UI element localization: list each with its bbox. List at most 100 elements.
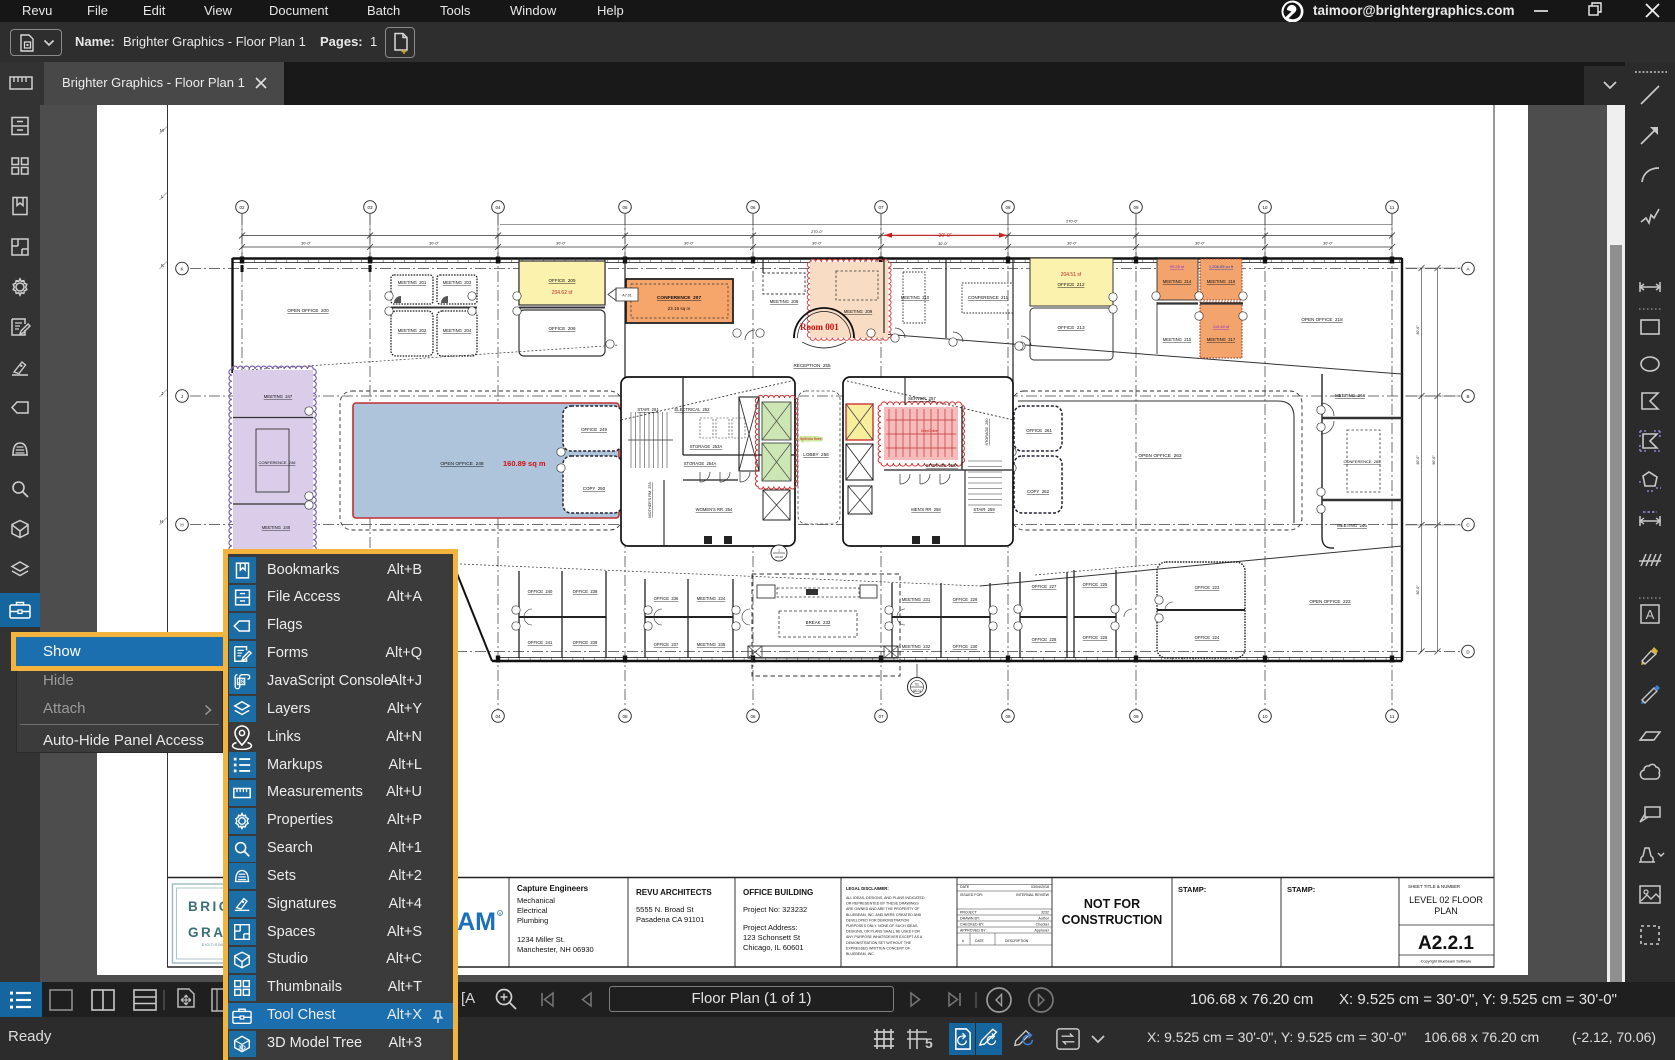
svg-text:Manchester, NH 06930: Manchester, NH 06930	[517, 945, 594, 954]
svg-text:Checker: Checker	[1036, 923, 1050, 927]
svg-text:30'-0": 30'-0"	[938, 233, 951, 239]
svg-text:DATE: DATE	[960, 885, 970, 889]
svg-text:204.62 sf: 204.62 sf	[552, 290, 573, 296]
svg-text:B: B	[1466, 394, 1469, 399]
svg-text:A: A	[1646, 607, 1655, 622]
svg-text:90'-0": 90'-0"	[1432, 455, 1436, 465]
svg-text:ISSUED FOR:: ISSUED FOR:	[960, 893, 983, 897]
svg-text:OFFICE 239: OFFICE 239	[573, 640, 598, 645]
svg-text:OFFICE 249: OFFICE 249	[581, 427, 607, 432]
svg-text:CONFERENCE 207: CONFERENCE 207	[657, 295, 702, 301]
svg-text:30'-0": 30'-0"	[938, 242, 948, 246]
svg-text:MEN'S RR 258: MEN'S RR 258	[911, 507, 941, 512]
svg-text:LOBBY 256: LOBBY 256	[803, 452, 829, 457]
svg-text:DATE: DATE	[975, 939, 985, 943]
svg-text:A6.02: A6.02	[775, 555, 783, 559]
svg-text:DEMONSTRATION SET WITHOUT THE: DEMONSTRATION SET WITHOUT THE	[846, 941, 912, 945]
svg-text:OFFICE 225: OFFICE 225	[1083, 582, 1108, 587]
svg-text:SHEET TITLE & NUMBER: SHEET TITLE & NUMBER	[1408, 884, 1460, 889]
svg-text:OFFICE 228: OFFICE 228	[1032, 637, 1057, 642]
svg-text:OFFICE 224: OFFICE 224	[1195, 635, 1220, 640]
svg-text:30'-0": 30'-0"	[1416, 585, 1420, 595]
svg-text:Mechanical: Mechanical	[517, 896, 555, 905]
svg-text:MEETING 245: MEETING 245	[262, 525, 291, 530]
svg-text:JS: JS	[238, 680, 245, 686]
svg-text:Copyright Bluebeam Software: Copyright Bluebeam Software	[1421, 960, 1471, 964]
svg-text:30'-0": 30'-0"	[1323, 242, 1333, 246]
svg-text:OR REPRESENTED BY THESE DRAWIN: OR REPRESENTED BY THESE DRAWINGS	[846, 902, 919, 906]
svg-text:02: 02	[239, 205, 245, 210]
svg-text:LEGAL DISCLAIMER:: LEGAL DISCLAIMER:	[846, 886, 889, 891]
svg-text:CHECKED BY:: CHECKED BY:	[960, 923, 984, 927]
svg-text:OPEN OFFICE 218: OPEN OFFICE 218	[1301, 317, 1343, 322]
svg-text:MEETING 204: MEETING 204	[443, 328, 472, 333]
svg-text:OFFICE 213: OFFICE 213	[1057, 325, 1085, 330]
svg-text:MOTHER'S RM 253: MOTHER'S RM 253	[648, 482, 652, 517]
svg-text:INTERNAL REVIEW: INTERNAL REVIEW	[1016, 893, 1049, 897]
svg-text:OFFICE 241: OFFICE 241	[528, 640, 553, 645]
svg-text:11: 11	[1390, 205, 1395, 210]
svg-text:#: #	[962, 939, 964, 943]
svg-text:STORAGE 254A: STORAGE 254A	[684, 461, 717, 466]
svg-text:5555 N. Broad St: 5555 N. Broad St	[636, 905, 694, 914]
svg-text:OFFICE 212: OFFICE 212	[1057, 282, 1085, 287]
svg-text:5: 5	[925, 1035, 933, 1051]
svg-text:Split into three: Split into three	[800, 437, 822, 441]
svg-text:06: 06	[750, 205, 756, 210]
svg-text:SERVER 257: SERVER 257	[908, 396, 936, 401]
svg-text:CONFERENCE 246: CONFERENCE 246	[259, 460, 297, 465]
svg-text:01: 01	[915, 683, 919, 687]
svg-text:STAIR 251: STAIR 251	[637, 407, 659, 412]
svg-text:10: 10	[1262, 714, 1268, 719]
svg-text:Author: Author	[1038, 917, 1049, 921]
svg-text:160.89 sq m: 160.89 sq m	[503, 459, 546, 468]
svg-text:DESIGNS, OR PLANS SHALL BE USE: DESIGNS, OR PLANS SHALL BE USED FOR	[846, 930, 920, 934]
svg-text:COPY 262: COPY 262	[1027, 489, 1050, 494]
svg-text:3D: 3D	[238, 1045, 246, 1051]
svg-text:OPEN OFFICE 248: OPEN OFFICE 248	[440, 461, 484, 467]
svg-text:DEVELOPED FOR DEMONSTRATION: DEVELOPED FOR DEMONSTRATION	[846, 918, 909, 922]
svg-text:OPEN OFFICE 263: OPEN OFFICE 263	[1138, 453, 1182, 459]
svg-text:STORAGE 260: STORAGE 260	[985, 419, 989, 446]
svg-text:MEETING 202: MEETING 202	[398, 328, 427, 333]
svg-text:270'-0": 270'-0"	[1066, 220, 1078, 224]
svg-text:OPEN OFFICE 200: OPEN OFFICE 200	[287, 308, 329, 313]
svg-text:REVU ARCHITECTS: REVU ARCHITECTS	[636, 888, 712, 897]
svg-text:MEETING 247: MEETING 247	[264, 394, 293, 399]
svg-text:OFFICE 230: OFFICE 230	[953, 644, 978, 649]
svg-text:MEETING 206: MEETING 206	[770, 299, 799, 304]
svg-text:OFFICE 229: OFFICE 229	[953, 597, 978, 602]
svg-text:270'-0": 270'-0"	[811, 230, 823, 234]
svg-text:123 Schonsett St: 123 Schonsett St	[743, 933, 801, 942]
svg-text:MEETING 201: MEETING 201	[398, 280, 427, 285]
svg-text:30'-0": 30'-0"	[556, 242, 566, 246]
svg-text:STAMP:: STAMP:	[1178, 885, 1206, 894]
svg-text:NOT FOR: NOT FOR	[1084, 897, 1140, 911]
svg-text:ELECTRICAL 252: ELECTRICAL 252	[675, 407, 711, 412]
svg-text:MEETING 232: MEETING 232	[902, 644, 931, 649]
svg-text:H: H	[180, 523, 183, 528]
svg-text:WOMEN'S RR 254: WOMEN'S RR 254	[696, 507, 733, 512]
svg-text:MEETING 216: MEETING 216	[1207, 279, 1236, 284]
svg-text:03: 03	[367, 205, 373, 210]
svg-text:1234 Miller St.: 1234 Miller St.	[517, 935, 565, 944]
svg-text:30'-0": 30'-0"	[684, 242, 694, 246]
svg-text:KeepOnline: KeepOnline	[921, 429, 938, 433]
svg-text:30'-0": 30'-0"	[812, 242, 822, 246]
svg-text:MEETING 264: MEETING 264	[1335, 393, 1365, 398]
svg-text:OPEN OFFICE 222: OPEN OFFICE 222	[1309, 599, 1351, 604]
svg-text:PLAN: PLAN	[1434, 906, 1458, 916]
svg-text:MEETING 210: MEETING 210	[901, 295, 930, 300]
svg-text:Room 001: Room 001	[800, 322, 839, 332]
svg-text:30'-0": 30'-0"	[1067, 242, 1077, 246]
svg-text:Pasadena CA 91101: Pasadena CA 91101	[636, 915, 704, 924]
svg-text:BLUEBEAM, INC. AND WERE CREATE: BLUEBEAM, INC. AND WERE CREATED AND	[846, 913, 922, 917]
svg-text:30'-0": 30'-0"	[1195, 242, 1205, 246]
svg-text:Project Address:: Project Address:	[743, 923, 798, 932]
svg-text:30'-0": 30'-0"	[301, 242, 311, 246]
svg-text:DRAWN BY:: DRAWN BY:	[960, 917, 980, 921]
svg-text:MEETING 234: MEETING 234	[697, 596, 726, 601]
svg-text:LEVEL 02 FLOOR: LEVEL 02 FLOOR	[1409, 895, 1483, 905]
svg-text:08: 08	[1005, 205, 1011, 210]
svg-text:A: A	[1466, 267, 1469, 272]
